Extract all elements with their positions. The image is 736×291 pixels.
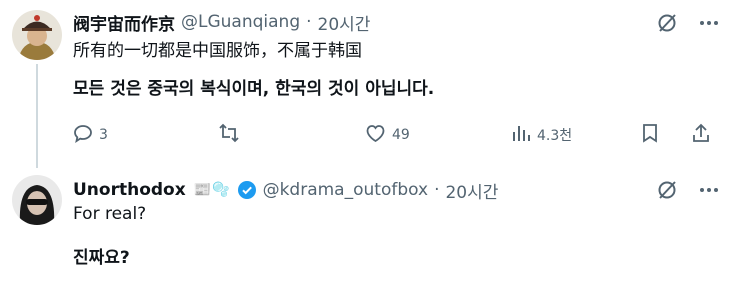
reply-button[interactable]: 3	[73, 123, 108, 147]
separator: ·	[434, 180, 440, 200]
like-icon	[365, 123, 386, 147]
share-icon	[691, 123, 711, 147]
tweet-text: For real?	[73, 204, 147, 224]
tweet-top-actions	[656, 12, 720, 34]
like-count: 49	[392, 127, 410, 143]
retweet-button[interactable]	[218, 123, 240, 147]
reply-count: 3	[99, 127, 108, 143]
tweet-translation: 모든 것은 중국의 복식이며, 한국의 것이 아닙니다.	[73, 79, 435, 99]
separator: ·	[306, 12, 312, 32]
action-bar: 3 49 4.3천	[73, 123, 720, 147]
timestamp[interactable]: 20시간	[318, 10, 371, 35]
display-name[interactable]: 阀宇宙而作京	[73, 10, 175, 35]
tweet-header: Unorthodox 📰🫧 @kdrama_outofbox · 20시간	[73, 178, 498, 203]
tweet-translation: 진짜요?	[73, 248, 130, 268]
verified-badge-icon	[237, 180, 257, 200]
avatar[interactable]	[12, 175, 62, 225]
views-button[interactable]: 4.3천	[511, 123, 572, 147]
bookmark-icon	[641, 123, 659, 147]
timestamp[interactable]: 20시간	[445, 178, 498, 203]
thread-line	[36, 64, 38, 168]
tweet-1[interactable]: 阀宇宙而作京 @LGuanqiang · 20시간 所有的一切都是中国服饰，不属…	[0, 0, 736, 168]
tweet-2[interactable]: Unorthodox 📰🫧 @kdrama_outofbox · 20시간 Fo…	[0, 163, 736, 291]
name-emoji: 📰🫧	[193, 182, 231, 198]
handle[interactable]: @kdrama_outofbox	[263, 180, 428, 200]
tweet-header: 阀宇宙而作京 @LGuanqiang · 20시간	[73, 10, 371, 35]
share-button[interactable]	[691, 123, 711, 147]
like-button[interactable]: 49	[365, 123, 410, 147]
reply-icon	[73, 123, 93, 147]
views-icon	[511, 123, 531, 147]
tweet-top-actions	[656, 179, 720, 201]
more-icon[interactable]	[698, 179, 720, 201]
display-name[interactable]: Unorthodox	[73, 180, 186, 200]
more-icon[interactable]	[698, 12, 720, 34]
grok-icon[interactable]	[656, 179, 678, 201]
retweet-icon	[218, 123, 240, 147]
views-count: 4.3천	[537, 128, 573, 144]
avatar[interactable]	[12, 10, 62, 60]
bookmark-button[interactable]	[641, 123, 659, 147]
handle[interactable]: @LGuanqiang	[181, 12, 300, 32]
tweet-text: 所有的一切都是中国服饰，不属于韩国	[73, 41, 362, 61]
grok-icon[interactable]	[656, 12, 678, 34]
